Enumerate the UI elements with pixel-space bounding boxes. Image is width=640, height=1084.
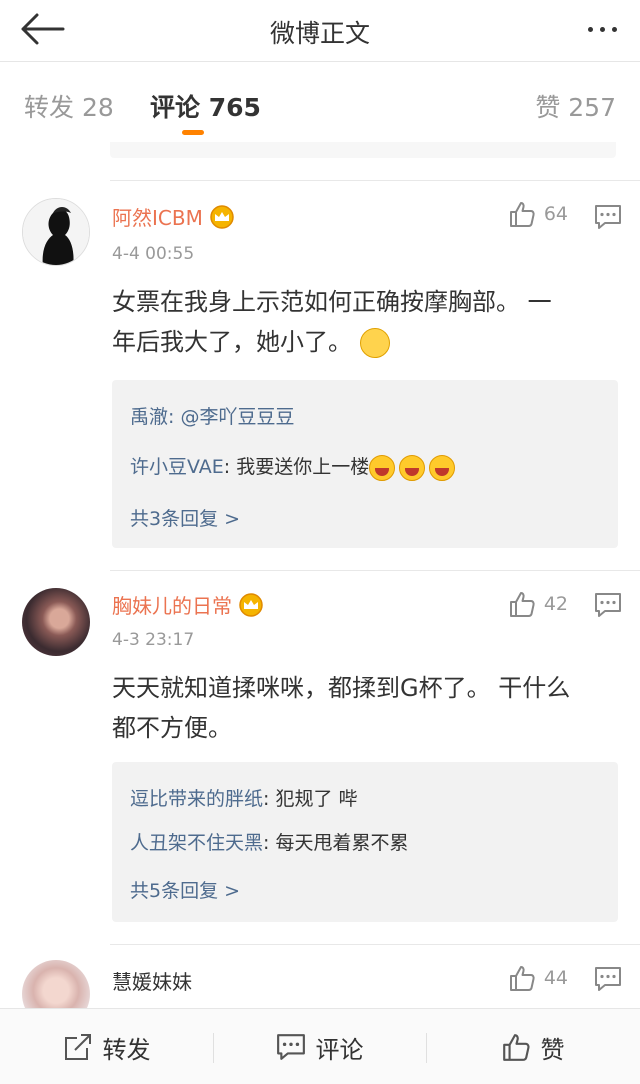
reply-item[interactable]: 逗比带来的胖纸: 犯规了 哔 [130,784,358,811]
like-button[interactable]: 64 [508,200,568,228]
crown-badge-icon [210,204,234,229]
divider [110,944,640,945]
more-dots-icon [587,26,593,32]
tab-bar: 转发 28 评论 765 赞 257 [0,62,640,142]
repost-button[interactable]: 转发 [0,1009,213,1084]
previous-reply-box-edge [110,142,616,158]
tab-repost[interactable]: 转发 28 [24,88,114,124]
more-button[interactable] [582,14,622,44]
comment-text: 女票在我身上示范如何正确按摩胸部。 一 年后我大了，她小了。 [112,288,552,358]
crown-badge-icon [239,592,263,617]
thumbs-up-icon [509,966,535,991]
reply-item[interactable]: 许小豆VAE: 我要送你上一楼 [130,452,456,481]
top-bar: 微博正文 [0,0,640,62]
comment-text: 天天就知道揉咪咪，都揉到G杯了。 干什么 都不方便。 [112,674,571,742]
comment-button[interactable]: 评论 [213,1009,426,1084]
divider [110,180,640,181]
divider [110,570,640,571]
laughing-emoji-icon [369,454,396,481]
laughing-emoji-icon [399,454,426,481]
thumbs-up-icon [509,202,535,227]
page-title: 微博正文 [269,19,370,48]
comment-username[interactable]: 慧媛妹妹 [112,966,192,995]
reply-item[interactable]: 禹澈: @李吖豆豆豆 [130,402,294,429]
comment-username[interactable]: 阿然ICBM [112,202,235,231]
reply-icon[interactable] [594,204,622,230]
more-replies-link[interactable]: 共5条回复 > [130,876,240,903]
reply-box: 逗比带来的胖纸: 犯规了 哔 人丑架不住天黑: 每天甩着累不累 共5条回复 > [112,762,618,922]
avatar[interactable] [22,198,90,266]
like-button[interactable]: 42 [508,590,568,618]
reply-icon[interactable] [594,966,622,992]
comment-time: 4-3 23:17 [112,630,195,650]
reply-item[interactable]: 人丑架不住天黑: 每天甩着累不累 [130,828,408,855]
thinking-emoji-icon [359,328,390,358]
comment-time: 4-4 00:55 [112,244,195,264]
like-post-button[interactable]: 赞 [426,1009,639,1084]
avatar-image [23,199,89,265]
comment-username[interactable]: 胸妹儿的日常 [112,590,264,619]
like-button[interactable]: 44 [508,964,568,992]
thumbs-up-icon [509,592,535,617]
bottom-action-bar: 转发 评论 赞 [0,1008,640,1084]
reply-box: 禹澈: @李吖豆豆豆 许小豆VAE: 我要送你上一楼 共3条回复 > [112,380,618,548]
comment-icon [276,1034,305,1060]
active-tab-indicator [182,130,204,135]
laughing-emoji-icon [429,454,456,481]
avatar[interactable] [22,588,90,656]
tab-comment[interactable]: 评论 765 [150,88,261,124]
repost-icon [64,1034,91,1060]
more-replies-link[interactable]: 共3条回复 > [130,504,240,531]
thumbs-up-icon [502,1034,530,1061]
tab-like[interactable]: 赞 257 [535,88,616,124]
reply-icon[interactable] [594,592,622,618]
